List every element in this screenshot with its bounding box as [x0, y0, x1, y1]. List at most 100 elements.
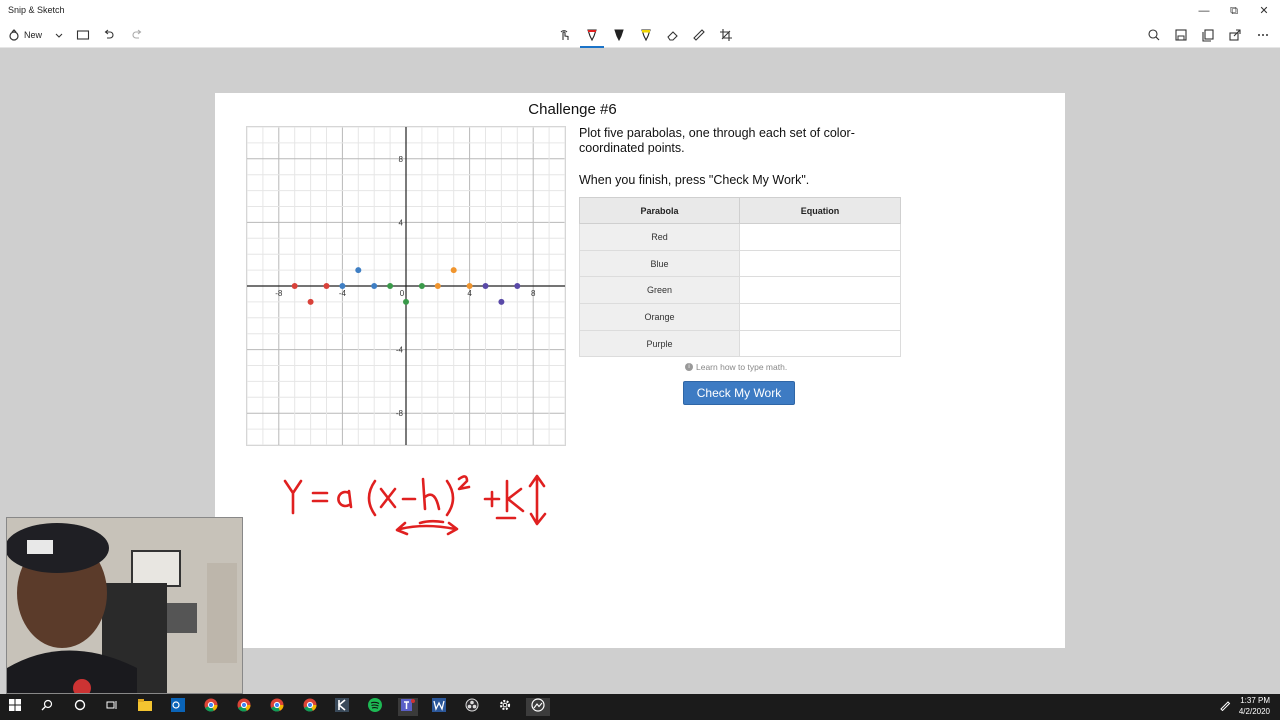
redo-button[interactable]	[130, 26, 144, 44]
parabola-name: Orange	[579, 303, 740, 331]
chrome-icon	[303, 698, 317, 717]
chevron-down-icon	[54, 30, 64, 40]
ruler-button[interactable]	[692, 26, 706, 44]
table-row: Blue	[579, 249, 901, 278]
close-button[interactable]: ✕	[1248, 2, 1280, 20]
share-icon	[1228, 28, 1242, 42]
column-header-equation: Equation	[739, 197, 901, 224]
undo-button[interactable]	[102, 26, 116, 44]
settings-icon	[498, 698, 512, 717]
ink-stroke-equals	[311, 491, 329, 503]
equation-input-orange[interactable]	[739, 303, 901, 331]
task-view-icon	[106, 698, 118, 716]
taskbar-app-active[interactable]	[526, 697, 550, 716]
taskbar-app[interactable]	[136, 698, 154, 716]
taskbar-app[interactable]	[202, 698, 220, 716]
save-button[interactable]	[1174, 26, 1188, 44]
taskbar-app[interactable]	[301, 698, 319, 716]
copy-button[interactable]	[1201, 26, 1215, 44]
crop-icon	[719, 28, 733, 42]
x-tick-label: 0	[400, 289, 405, 298]
restore-button[interactable]: ⧉	[1218, 2, 1250, 20]
zoom-button[interactable]	[1147, 26, 1161, 44]
equation-input-green[interactable]	[739, 276, 901, 305]
chrome-icon	[270, 698, 284, 717]
open-file-button[interactable]	[76, 26, 90, 44]
start-button[interactable]	[6, 698, 24, 716]
eraser-icon	[666, 28, 680, 42]
page-title: Challenge #6	[528, 101, 617, 118]
ink-stroke-plus	[483, 490, 501, 508]
clock-time[interactable]: 1:37 PM	[1240, 696, 1270, 705]
equation-input-red[interactable]	[739, 223, 901, 251]
ballpoint-pen-icon	[585, 28, 599, 42]
pencil-button[interactable]	[612, 26, 626, 44]
ink-stroke-exponent	[457, 475, 471, 491]
crop-button[interactable]	[719, 26, 733, 44]
learn-math-text: Learn how to type math.	[696, 362, 788, 372]
new-options-dropdown[interactable]	[54, 26, 64, 44]
copy-icon	[1201, 28, 1215, 42]
more-button[interactable]	[1256, 26, 1270, 44]
word-icon	[432, 697, 446, 717]
equation-input-purple[interactable]	[739, 329, 901, 358]
minimize-button[interactable]: —	[1188, 2, 1220, 20]
equation-input-blue[interactable]	[739, 249, 901, 278]
touch-writing-button[interactable]	[558, 26, 572, 44]
new-button[interactable]: New	[8, 26, 42, 44]
point-purple	[514, 283, 521, 289]
coordinate-graph[interactable]: -8 -4 0 4 8 8 4 -4 -8	[246, 126, 566, 446]
parabola-name: Red	[579, 223, 740, 251]
graph-svg: -8 -4 0 4 8 8 4 -4 -8	[246, 126, 566, 446]
table-row: Green	[579, 276, 901, 305]
point-red	[307, 298, 314, 305]
table-row: Orange	[579, 303, 901, 331]
highlighter-button[interactable]	[639, 26, 653, 44]
ballpoint-pen-button[interactable]	[585, 26, 599, 44]
clock-date[interactable]: 4/2/2020	[1239, 707, 1270, 716]
table-row: Purple	[579, 329, 901, 358]
chrome-icon	[204, 698, 218, 717]
open-file-icon	[76, 29, 90, 41]
point-red	[323, 283, 330, 289]
point-blue	[339, 283, 346, 289]
ink-stroke-open-paren	[367, 479, 377, 517]
taskbar-app[interactable]	[333, 697, 351, 717]
undo-icon	[102, 29, 116, 41]
taskbar-app[interactable]	[430, 697, 448, 717]
share-button[interactable]	[1228, 26, 1242, 44]
task-view-button[interactable]	[103, 698, 121, 716]
taskbar-app[interactable]	[463, 698, 481, 716]
ink-stroke-y	[283, 479, 303, 515]
taskbar-app[interactable]	[496, 698, 514, 716]
more-icon	[1256, 28, 1270, 42]
point-blue	[371, 283, 378, 289]
k-app-icon	[335, 697, 349, 717]
new-snip-icon	[8, 29, 20, 41]
eraser-button[interactable]	[666, 26, 680, 44]
search-button[interactable]	[38, 698, 56, 716]
pen-workspace-button[interactable]	[1216, 698, 1234, 716]
snip-canvas[interactable]: Challenge #6 -8 -4 0 4 8 8 4 -4 -8 Plot five par…	[0, 48, 1280, 694]
taskbar-app[interactable]	[366, 697, 384, 716]
point-purple	[498, 298, 505, 305]
point-blue	[355, 267, 362, 274]
y-tick-label: -4	[396, 346, 404, 355]
ink-stroke-k	[505, 479, 525, 513]
pen-workspace-icon	[1219, 698, 1231, 716]
toolbar: New	[0, 22, 1280, 48]
cortana-button[interactable]	[71, 698, 89, 716]
check-my-work-button[interactable]: Check My Work	[683, 381, 795, 405]
taskbar-app[interactable]	[169, 697, 187, 716]
taskbar-app[interactable]	[398, 698, 418, 716]
obs-icon	[465, 698, 479, 717]
y-tick-label: -8	[396, 409, 404, 418]
save-icon	[1174, 28, 1188, 42]
learn-math-link[interactable]: i Learn how to type math.	[685, 362, 787, 372]
parabola-name: Purple	[579, 329, 740, 358]
webcam-overlay	[6, 517, 243, 694]
cortana-icon	[74, 698, 86, 716]
taskbar-app[interactable]	[268, 698, 286, 716]
taskbar-app[interactable]	[235, 698, 253, 716]
point-green	[418, 283, 425, 289]
